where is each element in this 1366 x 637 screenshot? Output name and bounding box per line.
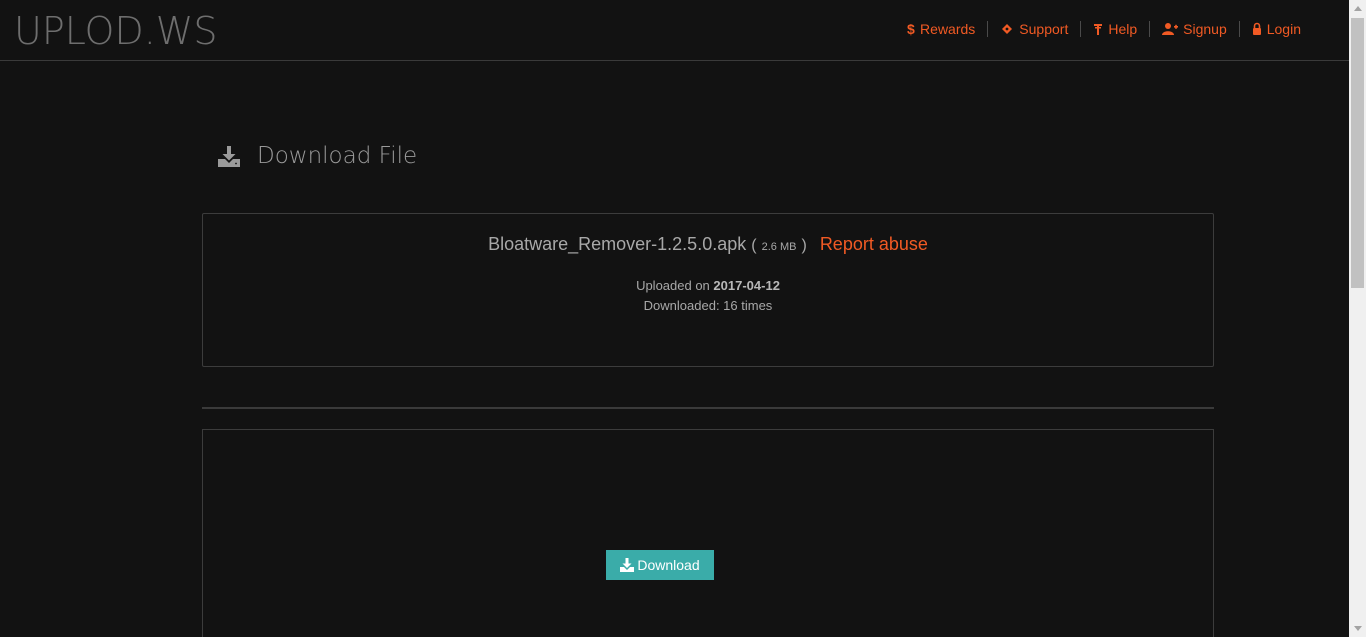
file-name: Bloatware_Remover-1.2.5.0.apk xyxy=(488,234,747,254)
file-info-panel: Bloatware_Remover-1.2.5.0.apk ( 2.6 MB )… xyxy=(202,213,1214,367)
top-nav: $ Rewards Support Help Signup Login xyxy=(895,19,1313,39)
scrollbar-thumb[interactable] xyxy=(1351,18,1364,288)
ticket-icon xyxy=(1002,24,1013,34)
section-divider xyxy=(202,407,1214,409)
nav-signup-label: Signup xyxy=(1183,21,1227,37)
uploaded-date: 2017-04-12 xyxy=(713,278,780,293)
nav-support[interactable]: Support xyxy=(988,21,1080,37)
download-panel: Download xyxy=(202,429,1214,637)
page-title: Download File xyxy=(257,143,418,169)
nav-help-label: Help xyxy=(1108,21,1138,37)
lock-icon xyxy=(1252,22,1261,35)
nav-login[interactable]: Login xyxy=(1240,21,1313,37)
nav-rewards[interactable]: $ Rewards xyxy=(895,21,987,37)
page-heading: Download File xyxy=(217,143,417,169)
nav-login-label: Login xyxy=(1266,21,1301,37)
svg-text:$: $ xyxy=(907,22,915,36)
download-icon xyxy=(620,558,635,572)
uploaded-prefix: Uploaded on xyxy=(636,278,710,293)
nav-signup[interactable]: Signup xyxy=(1150,21,1239,37)
page: UPLOD.WS $ Rewards Support Help Signup L… xyxy=(0,0,1349,637)
scroll-down-icon[interactable] xyxy=(1349,620,1366,637)
user-plus-icon xyxy=(1162,23,1179,35)
top-bar: UPLOD.WS $ Rewards Support Help Signup L… xyxy=(0,0,1349,61)
report-abuse-link[interactable]: Report abuse xyxy=(820,234,928,254)
help-icon xyxy=(1094,24,1103,35)
file-size: 2.6 MB xyxy=(761,241,797,253)
vertical-scrollbar[interactable] xyxy=(1349,0,1366,637)
open-paren: ( xyxy=(751,237,757,254)
nav-rewards-label: Rewards xyxy=(920,21,976,37)
scroll-up-icon[interactable] xyxy=(1349,0,1366,17)
file-line: Bloatware_Remover-1.2.5.0.apk ( 2.6 MB )… xyxy=(203,234,1213,255)
download-button[interactable]: Download xyxy=(606,550,714,580)
close-paren: ) xyxy=(801,237,807,254)
download-tray-icon xyxy=(218,146,240,167)
site-logo[interactable]: UPLOD.WS xyxy=(14,8,218,54)
nav-support-label: Support xyxy=(1019,21,1069,37)
download-button-label: Download xyxy=(637,557,700,573)
nav-help[interactable]: Help xyxy=(1081,21,1149,37)
dollar-icon: $ xyxy=(907,22,915,36)
download-count: Downloaded: 16 times xyxy=(643,298,773,313)
uploaded-info: Uploaded on 2017-04-12 xyxy=(203,278,1213,293)
